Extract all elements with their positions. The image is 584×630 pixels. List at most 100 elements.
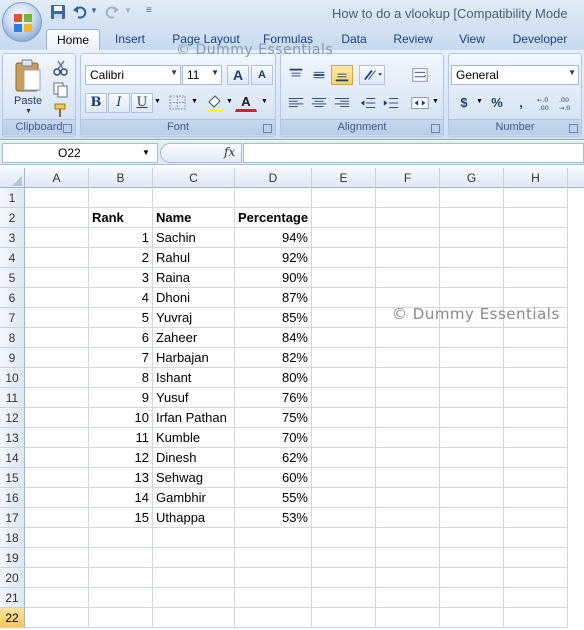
- cell-c5[interactable]: Raina: [153, 268, 235, 288]
- cell-c17[interactable]: Uthappa: [153, 508, 235, 528]
- cell-g10[interactable]: [440, 368, 504, 388]
- borders-dropdown-icon[interactable]: ▼: [191, 98, 198, 105]
- cell-b8[interactable]: 6: [89, 328, 153, 348]
- cell-e5[interactable]: [312, 268, 376, 288]
- number-launcher-icon[interactable]: [569, 124, 578, 133]
- cell-d5[interactable]: 90%: [235, 268, 312, 288]
- cell-e9[interactable]: [312, 348, 376, 368]
- cell-h19[interactable]: [504, 548, 568, 568]
- cell-d9[interactable]: 82%: [235, 348, 312, 368]
- cell-d12[interactable]: 75%: [235, 408, 312, 428]
- cell-g11[interactable]: [440, 388, 504, 408]
- redo-icon[interactable]: [104, 4, 120, 20]
- row-header-9[interactable]: 9: [0, 348, 25, 368]
- cell-c11[interactable]: Yusuf: [153, 388, 235, 408]
- cell-c22[interactable]: [153, 608, 235, 628]
- cell-e2[interactable]: [312, 208, 376, 228]
- cell-c16[interactable]: Gambhir: [153, 488, 235, 508]
- cell-e16[interactable]: [312, 488, 376, 508]
- cell-g16[interactable]: [440, 488, 504, 508]
- cell-c2[interactable]: Name: [153, 208, 235, 228]
- cell-f19[interactable]: [376, 548, 440, 568]
- clipboard-launcher-icon[interactable]: [63, 124, 72, 133]
- cell-d4[interactable]: 92%: [235, 248, 312, 268]
- cell-f12[interactable]: [376, 408, 440, 428]
- currency-button[interactable]: $: [453, 93, 475, 113]
- cell-d8[interactable]: 84%: [235, 328, 312, 348]
- tab-data[interactable]: Data: [336, 29, 372, 50]
- cell-f4[interactable]: [376, 248, 440, 268]
- cell-b4[interactable]: 2: [89, 248, 153, 268]
- paste-button-label[interactable]: Paste: [14, 95, 42, 107]
- borders-icon[interactable]: [169, 95, 187, 111]
- cell-e13[interactable]: [312, 428, 376, 448]
- font-name-dropdown-icon[interactable]: ▼: [170, 68, 178, 77]
- cell-a20[interactable]: [25, 568, 89, 588]
- cell-a8[interactable]: [25, 328, 89, 348]
- cell-f3[interactable]: [376, 228, 440, 248]
- font-launcher-icon[interactable]: [263, 124, 272, 133]
- cell-f11[interactable]: [376, 388, 440, 408]
- cell-h5[interactable]: [504, 268, 568, 288]
- column-header-h[interactable]: H: [504, 168, 568, 188]
- customize-qat-icon[interactable]: ≡: [146, 5, 162, 21]
- row-header-14[interactable]: 14: [0, 448, 25, 468]
- cell-d3[interactable]: 94%: [235, 228, 312, 248]
- bold-button[interactable]: B: [85, 93, 107, 113]
- cell-h3[interactable]: [504, 228, 568, 248]
- cell-g12[interactable]: [440, 408, 504, 428]
- cell-e22[interactable]: [312, 608, 376, 628]
- font-name-combo[interactable]: Calibri ▼: [85, 65, 181, 85]
- cell-h12[interactable]: [504, 408, 568, 428]
- cell-g4[interactable]: [440, 248, 504, 268]
- cell-h17[interactable]: [504, 508, 568, 528]
- cell-f14[interactable]: [376, 448, 440, 468]
- cell-b11[interactable]: 9: [89, 388, 153, 408]
- row-header-12[interactable]: 12: [0, 408, 25, 428]
- grow-font-button[interactable]: A: [227, 65, 249, 85]
- cell-a5[interactable]: [25, 268, 89, 288]
- cell-e6[interactable]: [312, 288, 376, 308]
- column-header-c[interactable]: C: [153, 168, 235, 188]
- cell-e14[interactable]: [312, 448, 376, 468]
- cell-d22[interactable]: [235, 608, 312, 628]
- cell-a1[interactable]: [25, 188, 89, 208]
- row-header-1[interactable]: 1: [0, 188, 25, 208]
- cell-f15[interactable]: [376, 468, 440, 488]
- cell-c6[interactable]: Dhoni: [153, 288, 235, 308]
- office-button[interactable]: [2, 2, 42, 42]
- cell-a19[interactable]: [25, 548, 89, 568]
- cell-b22[interactable]: [89, 608, 153, 628]
- row-header-3[interactable]: 3: [0, 228, 25, 248]
- cell-d1[interactable]: [235, 188, 312, 208]
- cell-f5[interactable]: [376, 268, 440, 288]
- cell-g22[interactable]: [440, 608, 504, 628]
- cell-b3[interactable]: 1: [89, 228, 153, 248]
- cell-g3[interactable]: [440, 228, 504, 248]
- cell-c10[interactable]: Ishant: [153, 368, 235, 388]
- paste-dropdown-icon[interactable]: ▼: [25, 108, 32, 115]
- cell-a15[interactable]: [25, 468, 89, 488]
- cell-c12[interactable]: Irfan Pathan: [153, 408, 235, 428]
- select-all-corner[interactable]: [0, 168, 25, 188]
- cell-g17[interactable]: [440, 508, 504, 528]
- comma-button[interactable]: ,: [510, 93, 532, 113]
- tab-view[interactable]: View: [454, 29, 490, 50]
- cell-c13[interactable]: Kumble: [153, 428, 235, 448]
- cell-a2[interactable]: [25, 208, 89, 228]
- row-header-5[interactable]: 5: [0, 268, 25, 288]
- cell-c15[interactable]: Sehwag: [153, 468, 235, 488]
- cut-icon[interactable]: [53, 60, 69, 76]
- fill-color-icon[interactable]: [205, 93, 225, 113]
- align-top-icon[interactable]: [285, 65, 307, 85]
- cell-d19[interactable]: [235, 548, 312, 568]
- column-header-d[interactable]: D: [235, 168, 312, 188]
- cell-g13[interactable]: [440, 428, 504, 448]
- cell-e18[interactable]: [312, 528, 376, 548]
- cell-h1[interactable]: [504, 188, 568, 208]
- format-painter-icon[interactable]: [53, 102, 69, 118]
- cell-b13[interactable]: 11: [89, 428, 153, 448]
- cell-a7[interactable]: [25, 308, 89, 328]
- row-header-20[interactable]: 20: [0, 568, 25, 588]
- cell-d15[interactable]: 60%: [235, 468, 312, 488]
